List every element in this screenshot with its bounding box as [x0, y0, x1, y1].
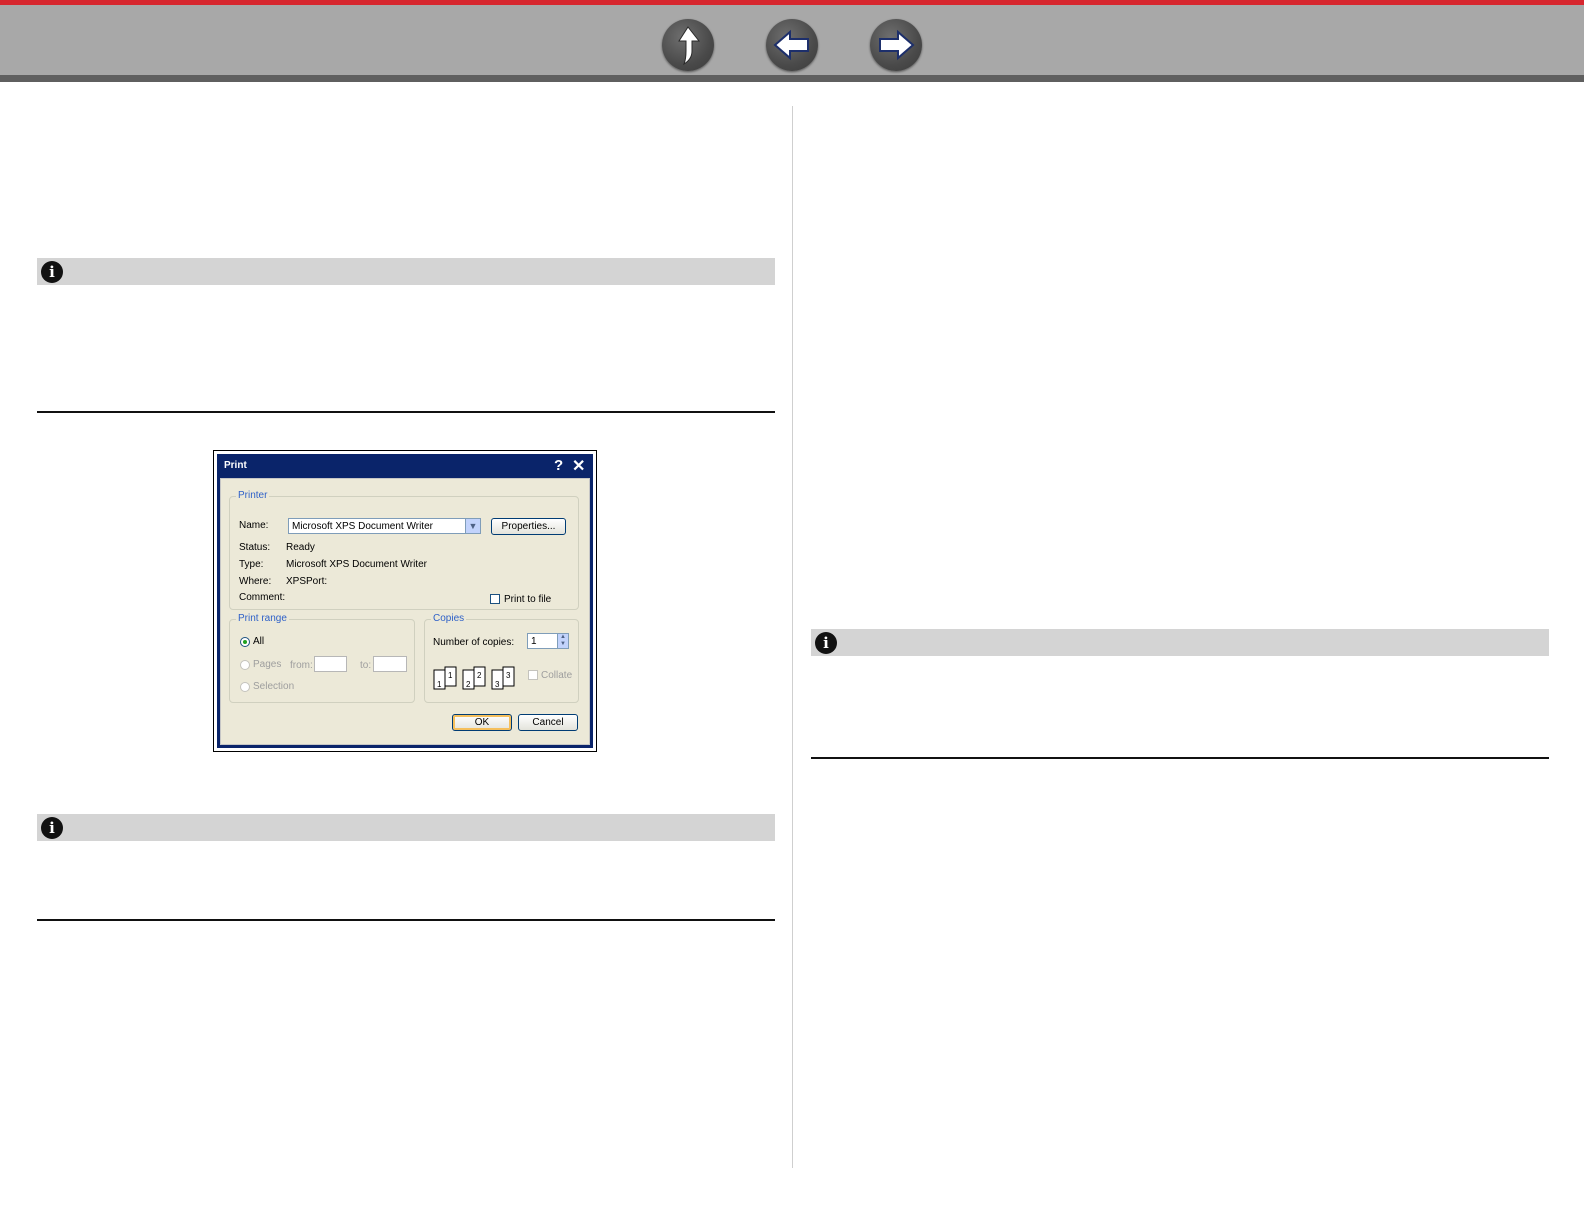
note-rule-2 [37, 919, 775, 921]
back-arrow-icon[interactable] [766, 19, 818, 71]
page-digit: 3 [506, 671, 511, 680]
copies-group-label: Copies [431, 613, 467, 624]
from-label: from: [290, 660, 313, 671]
all-radio[interactable] [240, 637, 250, 647]
from-input[interactable] [314, 656, 347, 672]
print-range-group-label: Print range [236, 613, 289, 624]
pages-radio[interactable] [240, 660, 250, 670]
where-value: XPSPort: [286, 576, 328, 587]
close-icon[interactable]: ✕ [572, 456, 585, 476]
copies-value: 1 [531, 636, 537, 647]
collate-pages-icon: 1 1 2 2 3 3 [433, 666, 515, 690]
note-bar-3: i [811, 629, 1549, 656]
note-bar-1: i [37, 258, 775, 285]
up-arrow-icon-graphic [678, 26, 701, 66]
top-navigation-bar [0, 0, 1584, 82]
info-icon: i [41, 817, 63, 839]
cancel-button[interactable]: Cancel [518, 714, 578, 731]
page-digit: 3 [495, 680, 500, 689]
page-digit: 1 [448, 671, 453, 680]
info-icon: i [815, 632, 837, 654]
number-of-copies-label: Number of copies: [433, 637, 515, 648]
dialog-titlebar: Print ? ✕ [220, 454, 590, 478]
stepper-arrows[interactable]: ▲ ▼ [557, 634, 568, 648]
ok-button[interactable]: OK [452, 714, 512, 731]
help-icon[interactable]: ? [554, 457, 563, 474]
chevron-down-icon[interactable]: ▼ [465, 519, 480, 533]
copies-stepper[interactable]: 1 ▲ ▼ [527, 633, 569, 649]
type-value: Microsoft XPS Document Writer [286, 559, 427, 570]
page-digit: 1 [437, 680, 442, 689]
to-label: to: [360, 660, 372, 671]
printer-name-value: Microsoft XPS Document Writer [292, 521, 433, 532]
stepper-down-icon[interactable]: ▼ [558, 641, 568, 648]
forward-arrow-icon[interactable] [870, 19, 922, 71]
printer-group: Printer Name: Microsoft XPS Document Wri… [229, 490, 579, 610]
selection-label: Selection [253, 681, 295, 692]
status-label: Status: [239, 542, 271, 553]
printer-group-label: Printer [236, 490, 270, 501]
note-rule-3 [811, 757, 1549, 759]
dialog-title: Print [224, 460, 247, 471]
print-to-file-checkbox[interactable] [490, 594, 500, 604]
print-to-file-label: Print to file [504, 594, 552, 605]
print-dialog-figure: Print ? ✕ Printer Name: Microsoft XPS Do… [213, 450, 597, 752]
back-arrow-icon-graphic [773, 29, 809, 61]
printer-name-select[interactable]: Microsoft XPS Document Writer ▼ [288, 518, 481, 534]
where-label: Where: [239, 576, 272, 587]
print-range-group: Print range All Pages from: to: Selectio… [229, 613, 415, 703]
up-arrow-icon[interactable] [662, 19, 714, 71]
note-bar-2: i [37, 814, 775, 841]
pages-label: Pages [253, 659, 282, 670]
forward-arrow-icon-graphic [879, 29, 915, 61]
to-input[interactable] [373, 656, 407, 672]
all-label: All [253, 636, 265, 647]
info-icon: i [41, 261, 63, 283]
dialog-client-area: Printer Name: Microsoft XPS Document Wri… [220, 478, 590, 745]
properties-button[interactable]: Properties... [491, 518, 566, 535]
copies-group: Copies Number of copies: 1 ▲ ▼ 1 1 2 2 3… [424, 613, 579, 703]
collate-checkbox[interactable] [528, 670, 538, 680]
selection-radio[interactable] [240, 682, 250, 692]
comment-label: Comment: [239, 592, 286, 603]
stepper-up-icon[interactable]: ▲ [558, 634, 568, 641]
page-digit: 2 [466, 680, 471, 689]
note-rule-1 [37, 411, 775, 413]
collate-label: Collate [541, 670, 573, 681]
type-label: Type: [239, 559, 264, 570]
status-value: Ready [286, 542, 315, 553]
column-divider [792, 106, 793, 1168]
name-label: Name: [239, 520, 269, 531]
print-dialog: Print ? ✕ Printer Name: Microsoft XPS Do… [217, 454, 593, 748]
page-digit: 2 [477, 671, 482, 680]
